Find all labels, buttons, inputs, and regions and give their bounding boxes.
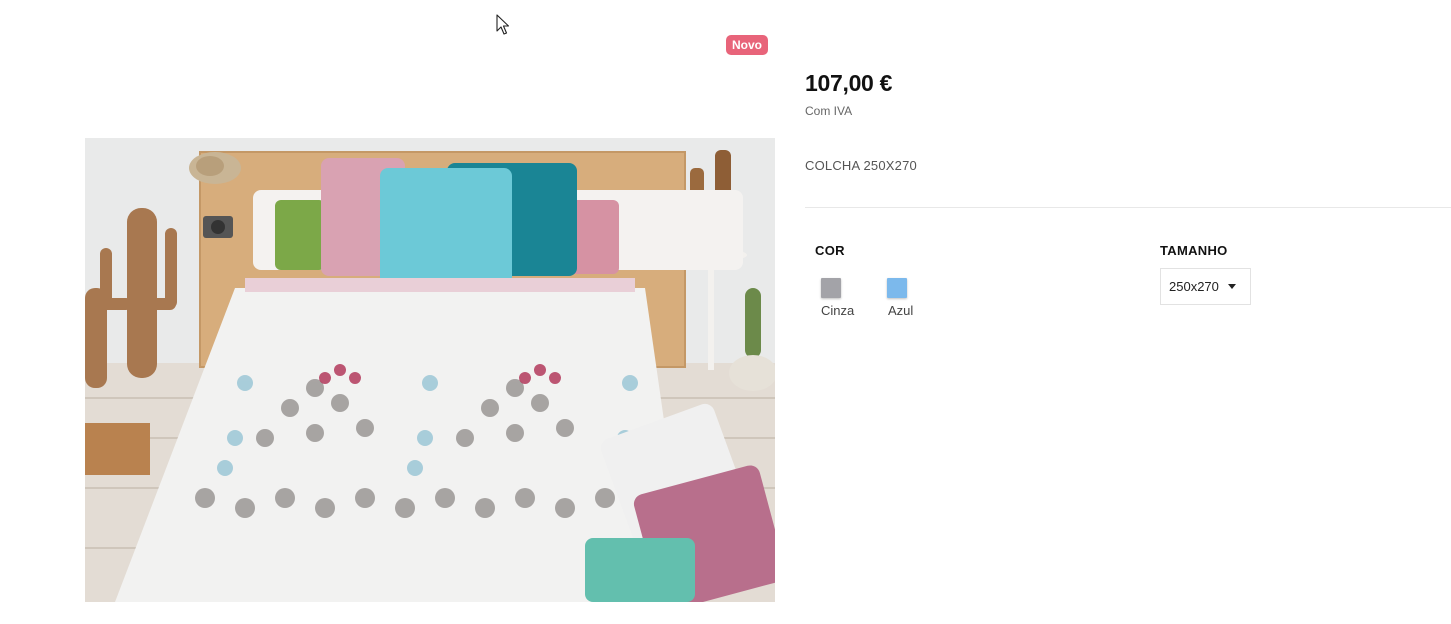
color-label-cinza[interactable]: Cinza <box>821 303 854 318</box>
color-swatch-azul[interactable] <box>887 278 907 298</box>
size-selected-value: 250x270 <box>1169 279 1219 294</box>
size-heading: TAMANHO <box>1160 243 1228 258</box>
tax-note: Com IVA <box>805 104 853 118</box>
size-select[interactable]: 250x270 <box>1160 268 1251 305</box>
product-price: 107,00 € <box>805 70 893 96</box>
product-image[interactable] <box>85 138 775 602</box>
product-name: COLCHA 250X270 <box>805 158 917 173</box>
mouse-cursor-icon <box>496 14 510 35</box>
color-heading: COR <box>815 243 845 258</box>
divider <box>805 207 1451 208</box>
color-label-azul[interactable]: Azul <box>888 303 913 318</box>
color-swatch-cinza[interactable] <box>821 278 841 298</box>
new-badge: Novo <box>726 35 768 55</box>
bedspread-photo <box>85 138 775 602</box>
caret-down-icon <box>1227 284 1236 289</box>
